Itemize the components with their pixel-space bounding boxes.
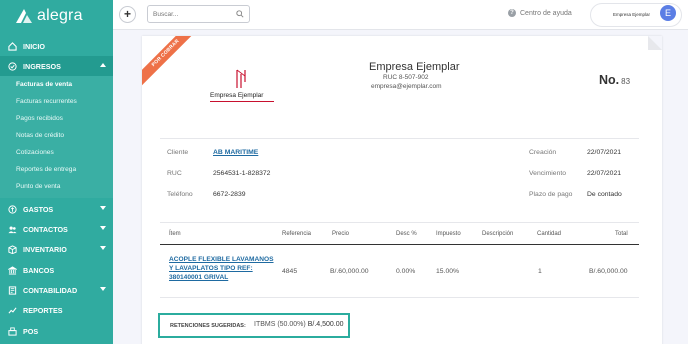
chevron-down-icon: [100, 206, 106, 210]
sidebar-item-label: Contabilidad: [23, 285, 78, 295]
reports-chart-icon: [8, 306, 17, 314]
avatar[interactable]: E: [660, 5, 676, 21]
phone-label: Teléfono: [167, 191, 193, 198]
bank-icon: [8, 265, 17, 275]
submenu-item-reportes-de-entrega[interactable]: Reportes de entrega: [0, 161, 113, 178]
created-label: Creación: [529, 149, 557, 156]
sidebar-item-label: Inventario: [23, 244, 67, 254]
expenses-icon: [8, 204, 17, 214]
chevron-up-icon: [100, 63, 106, 67]
sidebar-item-contactos[interactable]: Contactos: [0, 219, 113, 239]
table-cell-tax: 15.00%: [436, 268, 460, 275]
sidebar-item-label: POS: [23, 326, 39, 336]
retentions-amount: B/.4,500.00: [307, 321, 344, 328]
submenu-item-cotizaciones[interactable]: Cotizaciones: [0, 144, 113, 161]
divider: [160, 297, 639, 298]
accounting-icon: [8, 285, 17, 295]
sidebar-item-label: Contactos: [23, 224, 68, 234]
table-cell-reference: 4845: [282, 268, 298, 275]
company-email: empresa@ejemplar.com: [371, 83, 442, 90]
logo-text: alegra: [37, 7, 83, 24]
due-value: 22/07/2021: [587, 170, 622, 177]
company-logo-text: Empresa Ejemplar: [613, 12, 651, 17]
chevron-down-icon: [100, 226, 106, 230]
status-ribbon-label: Por cobrar: [142, 36, 192, 86]
search-icon[interactable]: [236, 10, 244, 18]
client-link[interactable]: AB MARITIME: [213, 149, 258, 156]
invoice-number: No. 83: [599, 73, 630, 87]
sidebar-item-inventario[interactable]: Inventario: [0, 239, 113, 259]
help-center-link[interactable]: ? Centro de ayuda: [508, 9, 572, 17]
invoice-number-value: 83: [621, 77, 631, 86]
table-cell-price: B/.60,000.00: [330, 268, 369, 275]
income-check-icon: [8, 61, 17, 71]
search-input[interactable]: [147, 5, 250, 23]
divider: [160, 138, 639, 139]
inventory-icon: [8, 244, 17, 254]
submenu-item-notas-de-credito[interactable]: Notas de crédito: [0, 127, 113, 144]
sidebar-item-label: Gastos: [23, 204, 54, 214]
table-cell-discount: 0.00%: [396, 268, 416, 275]
client-label: Cliente: [167, 149, 189, 156]
ruc-value: 2564531-1-828372: [213, 170, 271, 177]
sidebar-item-reportes[interactable]: Reportes: [0, 300, 113, 320]
help-icon: ?: [508, 9, 516, 17]
pos-icon: [8, 326, 17, 336]
submenu-item-pagos-recibidos[interactable]: Pagos recibidos: [0, 110, 113, 127]
company-logo-name: Empresa Ejemplar: [210, 92, 264, 99]
company-logo-underline: [210, 101, 274, 102]
col-header-impuesto: Impuesto: [436, 231, 461, 237]
alegra-leaf-icon: [16, 9, 32, 23]
company-ruc: RUC 8-507-902: [383, 74, 429, 81]
table-cell-quantity: 1: [538, 268, 542, 275]
alegra-logo[interactable]: alegra: [14, 7, 83, 25]
col-header-total: Total: [615, 231, 628, 237]
divider: [160, 222, 639, 223]
sidebar-item-ingresos[interactable]: Ingresos: [0, 56, 113, 76]
sidebar-item-contabilidad[interactable]: Contabilidad: [0, 280, 113, 300]
sidebar: alegra Inicio Ingresos Facturas de venta…: [0, 0, 113, 344]
submenu-item-facturas-de-venta[interactable]: Facturas de venta: [0, 76, 113, 93]
header-divider: [160, 244, 639, 245]
col-header-referencia: Referencia: [282, 231, 312, 237]
invoice-number-label: No.: [599, 73, 620, 87]
add-new-button[interactable]: +: [119, 6, 136, 23]
company-name: Empresa Ejemplar: [369, 61, 460, 73]
col-header-desc: Desc %: [396, 231, 417, 237]
status-ribbon: Por cobrar: [142, 36, 192, 86]
term-label: Plazo de pago: [529, 191, 573, 198]
retentions-label: RETENCIONES SUGERIDAS:: [170, 323, 246, 329]
col-header-precio: Precio: [332, 231, 350, 237]
sidebar-item-gastos[interactable]: Gastos: [0, 199, 113, 219]
submenu-item-facturas-recurrentes[interactable]: Facturas recurrentes: [0, 93, 113, 110]
table-cell-total: B/.60,000.00: [589, 268, 628, 275]
submenu-item-punto-de-venta[interactable]: Punto de venta: [0, 178, 113, 195]
sidebar-item-inicio[interactable]: Inicio: [0, 36, 113, 56]
chevron-down-icon: [100, 246, 106, 250]
sidebar-item-label: Bancos: [23, 265, 55, 275]
chevron-down-icon: [100, 287, 106, 291]
sidebar-item-pos[interactable]: POS: [0, 321, 113, 341]
due-label: Vencimiento: [529, 170, 567, 177]
home-icon: [8, 41, 17, 51]
retentions-detail: ITBMS (50.00%): [254, 321, 306, 328]
col-header-descripcion: Descripción: [482, 231, 514, 237]
page-fold: [648, 36, 662, 50]
help-label: Centro de ayuda: [520, 9, 572, 17]
phone-value: 6672-2839: [213, 191, 246, 198]
company-logo-mark-icon: [236, 69, 246, 88]
col-header-cantidad: Cantidad: [537, 231, 562, 237]
retentions-highlight-box: RETENCIONES SUGERIDAS: ITBMS (50.00%) B/…: [158, 313, 350, 338]
sidebar-item-bancos[interactable]: Bancos: [0, 260, 113, 280]
sidebar-item-label: Reportes: [23, 305, 63, 315]
col-header-item: Ítem: [169, 231, 181, 237]
contacts-icon: [8, 226, 17, 233]
created-value: 22/07/2021: [587, 149, 622, 156]
table-row-item-link[interactable]: ACOPLE FLEXIBLE LAVAMANOS Y LAVAPLATOS T…: [169, 255, 279, 282]
sidebar-item-label: Ingresos: [23, 61, 61, 71]
ruc-label: RUC: [167, 170, 182, 177]
term-value: De contado: [587, 191, 622, 198]
retentions-value: ITBMS (50.00%) B/.4,500.00: [254, 321, 344, 328]
sidebar-item-label: Inicio: [23, 41, 45, 51]
